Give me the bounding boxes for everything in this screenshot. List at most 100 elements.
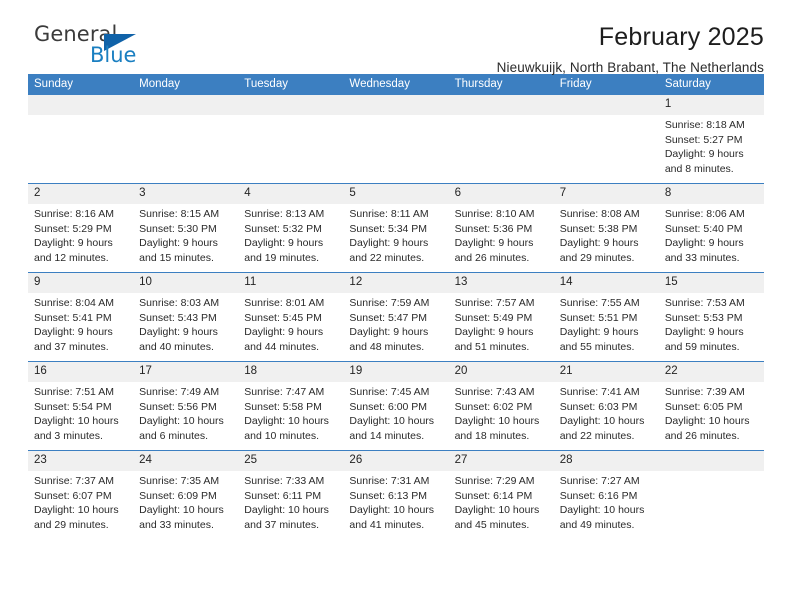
calendar-day-cell[interactable]: 23 Sunrise: 7:37 AM Sunset: 6:07 PM Dayligh… bbox=[28, 450, 134, 539]
day-number: 19 bbox=[343, 362, 449, 382]
day-details: Sunrise: 8:18 AM Sunset: 5:27 PM Daylight:… bbox=[659, 115, 764, 176]
day-details: Sunrise: 7:51 AM Sunset: 5:54 PM Daylight:… bbox=[28, 382, 133, 443]
sunrise-text: Sunrise: 7:43 AM bbox=[454, 386, 535, 398]
sunset-text: Sunset: 5:36 PM bbox=[454, 222, 533, 235]
calendar-day-cell[interactable]: 6 Sunrise: 8:10 AM Sunset: 5:36 PM Daylight… bbox=[448, 183, 554, 273]
day-details: Sunrise: 7:45 AM Sunset: 6:00 PM Daylight:… bbox=[343, 382, 448, 443]
page-header: General Blue February 2025 Nieuwkuijk, N… bbox=[28, 0, 764, 75]
title-block: February 2025 Nieuwkuijk, North Brabant,… bbox=[148, 22, 764, 78]
daylight-text-line2: and 51 minutes. bbox=[454, 340, 530, 353]
day-details: Sunrise: 7:35 AM Sunset: 6:09 PM Daylight:… bbox=[133, 471, 238, 532]
day-details: Sunrise: 7:55 AM Sunset: 5:51 PM Daylight:… bbox=[554, 293, 659, 354]
calendar-cell-empty bbox=[238, 95, 344, 184]
day-number: 16 bbox=[28, 362, 134, 382]
calendar-cell-empty bbox=[343, 95, 449, 184]
sunset-text: Sunset: 5:40 PM bbox=[664, 222, 743, 235]
daylight-text-line2: and 18 minutes. bbox=[454, 429, 530, 442]
sunrise-text: Sunrise: 7:35 AM bbox=[139, 475, 220, 487]
daylight-text-line1: Daylight: 10 hours bbox=[139, 415, 224, 427]
day-number: 6 bbox=[448, 184, 554, 204]
sunset-text: Sunset: 6:13 PM bbox=[349, 489, 428, 502]
day-details: Sunrise: 7:49 AM Sunset: 5:56 PM Daylight:… bbox=[133, 382, 238, 443]
calendar-day-cell[interactable]: 15 Sunrise: 7:53 AM Sunset: 5:53 PM Dayligh… bbox=[658, 272, 764, 362]
calendar-day-cell[interactable]: 20 Sunrise: 7:43 AM Sunset: 6:02 PM Dayligh… bbox=[448, 361, 554, 451]
calendar-day-cell[interactable]: 12 Sunrise: 7:59 AM Sunset: 5:47 PM Dayligh… bbox=[343, 272, 449, 362]
sunrise-text: Sunrise: 8:16 AM bbox=[34, 208, 114, 220]
calendar-day-cell[interactable]: 5 Sunrise: 8:11 AM Sunset: 5:34 PM Daylight… bbox=[343, 183, 449, 273]
calendar-day-cell[interactable]: 25 Sunrise: 7:33 AM Sunset: 6:11 PM Dayligh… bbox=[238, 450, 344, 539]
calendar-week-row: 23 Sunrise: 7:37 AM Sunset: 6:07 PM Dayligh… bbox=[28, 450, 764, 539]
sunset-text: Sunset: 5:30 PM bbox=[139, 222, 217, 235]
weekday-header-sunday: Sunday bbox=[28, 74, 134, 95]
page-title: February 2025 bbox=[598, 23, 764, 51]
calendar-day-cell[interactable]: 3 Sunrise: 8:15 AM Sunset: 5:30 PM Daylight… bbox=[133, 183, 239, 273]
sunrise-text: Sunrise: 7:57 AM bbox=[454, 297, 535, 309]
day-details: Sunrise: 7:59 AM Sunset: 5:47 PM Daylight:… bbox=[343, 293, 448, 354]
day-number: 13 bbox=[448, 273, 554, 293]
calendar-day-cell[interactable]: 27 Sunrise: 7:29 AM Sunset: 6:14 PM Dayligh… bbox=[448, 450, 554, 539]
daylight-text-line2: and 29 minutes. bbox=[559, 251, 635, 264]
sunset-text: Sunset: 5:38 PM bbox=[559, 222, 638, 235]
daylight-text-line1: Daylight: 10 hours bbox=[244, 504, 329, 516]
calendar-day-cell[interactable]: 10 Sunrise: 8:03 AM Sunset: 5:43 PM Dayligh… bbox=[133, 272, 239, 362]
calendar-day-cell[interactable]: 1 Sunrise: 8:18 AM Sunset: 5:27 PM Daylight… bbox=[658, 95, 764, 184]
calendar-day-cell[interactable]: 16 Sunrise: 7:51 AM Sunset: 5:54 PM Dayligh… bbox=[28, 361, 134, 451]
daylight-text-line1: Daylight: 10 hours bbox=[34, 415, 119, 427]
sunrise-text: Sunrise: 7:49 AM bbox=[139, 386, 220, 398]
calendar-day-cell[interactable]: 7 Sunrise: 8:08 AM Sunset: 5:38 PM Daylight… bbox=[553, 183, 659, 273]
daylight-text-line2: and 37 minutes. bbox=[34, 340, 109, 353]
daylight-text-line2: and 44 minutes. bbox=[244, 340, 319, 353]
sunset-text: Sunset: 5:32 PM bbox=[244, 222, 322, 235]
calendar-day-cell[interactable]: 11 Sunrise: 8:01 AM Sunset: 5:45 PM Dayligh… bbox=[238, 272, 344, 362]
day-details: Sunrise: 8:13 AM Sunset: 5:32 PM Daylight:… bbox=[238, 204, 343, 265]
calendar-day-cell[interactable]: 18 Sunrise: 7:47 AM Sunset: 5:58 PM Dayligh… bbox=[238, 361, 344, 451]
sunset-text: Sunset: 5:54 PM bbox=[34, 400, 112, 413]
day-number: 27 bbox=[448, 451, 554, 471]
day-details: Sunrise: 8:08 AM Sunset: 5:38 PM Daylight:… bbox=[554, 204, 659, 265]
brand-logo[interactable]: General Blue bbox=[28, 22, 148, 70]
daylight-text-line2: and 48 minutes. bbox=[349, 340, 425, 353]
calendar-day-cell[interactable]: 9 Sunrise: 8:04 AM Sunset: 5:41 PM Daylight… bbox=[28, 272, 134, 362]
daylight-text-line2: and 8 minutes. bbox=[664, 162, 734, 175]
sunrise-text: Sunrise: 7:51 AM bbox=[34, 386, 114, 398]
sunrise-text: Sunrise: 7:41 AM bbox=[559, 386, 640, 398]
calendar-day-cell[interactable]: 2 Sunrise: 8:16 AM Sunset: 5:29 PM Daylight… bbox=[28, 183, 134, 273]
calendar-day-cell[interactable]: 8 Sunrise: 8:06 AM Sunset: 5:40 PM Daylight… bbox=[658, 183, 764, 273]
daylight-text-line1: Daylight: 10 hours bbox=[454, 415, 540, 427]
daylight-text-line1: Daylight: 9 hours bbox=[34, 326, 113, 338]
daylight-text-line2: and 55 minutes. bbox=[559, 340, 635, 353]
calendar-day-cell[interactable]: 21 Sunrise: 7:41 AM Sunset: 6:03 PM Dayligh… bbox=[553, 361, 659, 451]
calendar-day-cell[interactable]: 26 Sunrise: 7:31 AM Sunset: 6:13 PM Dayligh… bbox=[343, 450, 449, 539]
day-details: Sunrise: 7:37 AM Sunset: 6:07 PM Daylight:… bbox=[28, 471, 133, 532]
daylight-text-line1: Daylight: 9 hours bbox=[559, 237, 639, 249]
daylight-text-line1: Daylight: 10 hours bbox=[349, 504, 435, 516]
daylight-text-line1: Daylight: 10 hours bbox=[349, 415, 435, 427]
daylight-text-line2: and 3 minutes. bbox=[34, 429, 103, 442]
day-number: 15 bbox=[658, 273, 764, 293]
sunrise-text: Sunrise: 8:03 AM bbox=[139, 297, 220, 309]
daylight-text-line2: and 41 minutes. bbox=[349, 518, 425, 531]
sunrise-text: Sunrise: 8:04 AM bbox=[34, 297, 114, 309]
calendar-day-cell[interactable]: 28 Sunrise: 7:27 AM Sunset: 6:16 PM Dayligh… bbox=[553, 450, 659, 539]
calendar-day-cell[interactable]: 4 Sunrise: 8:13 AM Sunset: 5:32 PM Daylight… bbox=[238, 183, 344, 273]
calendar-day-cell[interactable]: 14 Sunrise: 7:55 AM Sunset: 5:51 PM Dayligh… bbox=[553, 272, 659, 362]
daylight-text-line2: and 26 minutes. bbox=[454, 251, 530, 264]
calendar-day-cell[interactable]: 24 Sunrise: 7:35 AM Sunset: 6:09 PM Dayligh… bbox=[133, 450, 239, 539]
daylight-text-line2: and 14 minutes. bbox=[349, 429, 425, 442]
calendar-day-cell[interactable]: 22 Sunrise: 7:39 AM Sunset: 6:05 PM Dayligh… bbox=[658, 361, 764, 451]
sunrise-text: Sunrise: 8:10 AM bbox=[454, 208, 535, 220]
calendar-day-cell[interactable]: 13 Sunrise: 7:57 AM Sunset: 5:49 PM Dayligh… bbox=[448, 272, 554, 362]
calendar-cell-empty bbox=[448, 95, 554, 184]
day-number: 22 bbox=[658, 362, 764, 382]
sunrise-text: Sunrise: 7:31 AM bbox=[349, 475, 430, 487]
calendar-day-cell[interactable]: 17 Sunrise: 7:49 AM Sunset: 5:56 PM Dayligh… bbox=[133, 361, 239, 451]
day-details: Sunrise: 7:39 AM Sunset: 6:05 PM Daylight:… bbox=[659, 382, 764, 443]
calendar-day-cell[interactable]: 19 Sunrise: 7:45 AM Sunset: 6:00 PM Dayligh… bbox=[343, 361, 449, 451]
daylight-text-line2: and 6 minutes. bbox=[139, 429, 209, 442]
daylight-text-line2: and 59 minutes. bbox=[664, 340, 740, 353]
day-number: 18 bbox=[238, 362, 344, 382]
sunset-text: Sunset: 5:41 PM bbox=[34, 311, 112, 324]
sunset-text: Sunset: 5:56 PM bbox=[139, 400, 217, 413]
day-number: 12 bbox=[343, 273, 449, 293]
sunrise-text: Sunrise: 8:18 AM bbox=[664, 119, 745, 131]
